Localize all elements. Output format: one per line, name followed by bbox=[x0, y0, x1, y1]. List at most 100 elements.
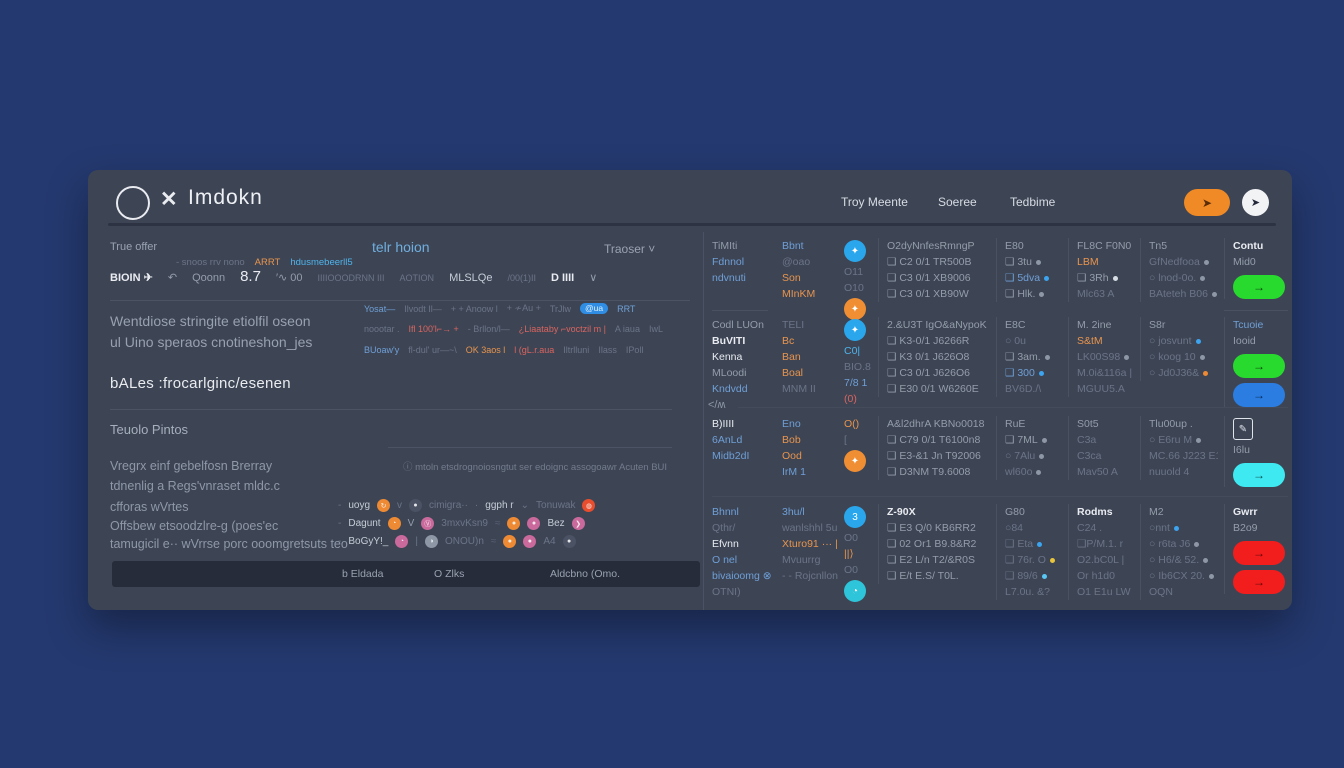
icon-row-dot-icon[interactable]: ● bbox=[523, 535, 536, 548]
close-x-icon[interactable]: ✕ bbox=[160, 187, 178, 212]
nav-item-2[interactable]: Soeree bbox=[938, 195, 977, 209]
left-blue-heading[interactable]: telr hoion bbox=[372, 239, 430, 255]
status-bar-item[interactable]: b Eldada bbox=[342, 568, 383, 580]
status-dot-icon bbox=[1037, 542, 1042, 547]
cell-text: ❑ 7ML bbox=[1005, 432, 1062, 448]
icon-row-dot-icon[interactable]: ● bbox=[563, 535, 576, 548]
icon-row-text: ⌄ bbox=[521, 500, 529, 511]
icon-row-dot-icon[interactable]: ◑ bbox=[425, 535, 438, 548]
icon-row-text: v bbox=[397, 500, 402, 511]
action-button[interactable]: → bbox=[1233, 354, 1285, 378]
action-button[interactable]: → bbox=[1233, 541, 1285, 565]
cell-text: BIO.8 bbox=[844, 359, 872, 375]
avatar-icon[interactable]: ✦ bbox=[844, 319, 866, 341]
cell-text: OQN bbox=[1149, 584, 1218, 600]
cell-text: MGUU5.A bbox=[1077, 381, 1134, 397]
action-button[interactable]: → bbox=[1233, 570, 1285, 594]
status-bar-item[interactable]: Aldcbno (Omo. bbox=[550, 568, 620, 580]
table-column: Tlu00up .○ E6ru MMC.66 J223 E1nuuold 4 bbox=[1140, 416, 1218, 480]
icon-row-text: - bbox=[338, 518, 341, 529]
action-button[interactable]: → bbox=[1233, 463, 1285, 487]
primary-action-button[interactable]: ➤ bbox=[1184, 189, 1230, 216]
cell-text: ❑ D3NM T9.6008 bbox=[887, 464, 990, 480]
mini-row-text: Yosat— bbox=[364, 304, 395, 314]
table-column: TiMItiFdnnolndvnuti bbox=[712, 238, 776, 286]
cell-text: ○ josvunt bbox=[1149, 333, 1218, 349]
link-text[interactable]: - snoos rrv nono bbox=[176, 257, 245, 268]
mini-row-text: fl-dul' ur—~\ bbox=[408, 345, 457, 355]
icon-row-dot-icon[interactable]: ↻ bbox=[377, 499, 390, 512]
cell-text: ❑ C2 0/1 TR500B bbox=[887, 254, 990, 270]
mini-row-text: - Brllon/l— bbox=[468, 324, 510, 334]
mini-row-text: l (gL.r.aua bbox=[514, 345, 554, 355]
mini-row-text: Ilvodt Il— bbox=[404, 304, 442, 314]
toolbar-item-text[interactable]: ′∿ 00 bbox=[276, 271, 303, 284]
icon-row-dot-icon[interactable]: ◔ bbox=[395, 535, 408, 548]
link-text[interactable]: ARRT bbox=[255, 257, 281, 268]
toolbar-item-text[interactable]: IIIIOOODRNN III bbox=[318, 273, 385, 283]
status-dot-icon bbox=[1039, 292, 1044, 297]
cell-text: C0| bbox=[844, 343, 872, 359]
nav-item-1[interactable]: Troy Meente bbox=[841, 195, 908, 209]
table-column: E80❑ 3tu❑ 5dva❑ Hlk. bbox=[996, 238, 1062, 302]
note-icon[interactable]: ✎ bbox=[1233, 418, 1253, 440]
avatar-icon[interactable]: ✦ bbox=[844, 450, 866, 472]
status-bar-item[interactable]: O Zlks bbox=[434, 568, 464, 580]
toolbar-item-text[interactable]: BIOIN ✈ bbox=[110, 271, 153, 284]
icon-row-dot-icon[interactable]: ◍ bbox=[582, 499, 595, 512]
avatar-icon[interactable]: ◔ bbox=[844, 580, 866, 602]
cell-header: O2dyNnfesRmngP bbox=[887, 238, 990, 254]
status-dot-icon bbox=[1194, 542, 1199, 547]
table-column: M2○nnt○ r6ta J6○ H6/& 52.○ Ib6CX 20.OQN bbox=[1140, 504, 1218, 600]
main-window: ✕ Imdokn Troy Meente Soeree Tedbime ➤ ➤ … bbox=[88, 170, 1292, 610]
icon-row-dot-icon[interactable]: ❯ bbox=[572, 517, 585, 530]
icon-row-text: ggph r bbox=[485, 500, 513, 511]
icon-row-text: BoGyY!_ bbox=[348, 536, 388, 547]
cell-text: ○ r6ta J6 bbox=[1149, 536, 1218, 552]
cell-text: ❑ E3 Q/0 KB6RR2 bbox=[887, 520, 990, 536]
mini-row-text: IPoll bbox=[626, 345, 644, 355]
mini-row-badge[interactable]: @ua bbox=[580, 303, 608, 314]
cell-text: Midb2dI bbox=[712, 448, 776, 464]
toolbar-item-text[interactable]: D IIII bbox=[551, 272, 574, 284]
cell-text: BAteteh B06 bbox=[1149, 286, 1218, 302]
toolbar-item-text[interactable]: AOTION bbox=[400, 273, 435, 283]
status-dot-icon bbox=[1200, 355, 1205, 360]
body-line: tdnenlig a Regs'vnraset mldc.c bbox=[110, 479, 280, 493]
toolbar-item-text[interactable]: MLSLQe bbox=[449, 272, 492, 284]
cell-text: Kenna bbox=[712, 349, 776, 365]
avatar-icon[interactable]: 3 bbox=[844, 506, 866, 528]
cell-text: Bbnt bbox=[782, 238, 838, 254]
cell-text: wl60o bbox=[1005, 464, 1062, 480]
toolbar-item-text[interactable]: ∨ bbox=[589, 271, 597, 284]
cell-header: E8C bbox=[1005, 317, 1062, 333]
icon-row: -BoGyY!_◔|◑ONOU)n≈●●A4● bbox=[338, 535, 702, 548]
icon-row-dot-icon[interactable]: ● bbox=[503, 535, 516, 548]
bottom-status-bar: b Eldada O Zlks Aldcbno (Omo. bbox=[112, 561, 700, 587]
table-column: O()[✦ bbox=[844, 416, 872, 474]
cell-text: Bob bbox=[782, 432, 838, 448]
toolbar-item-text[interactable]: 8.7 bbox=[240, 268, 261, 285]
toolbar-item-text[interactable]: Qoonn bbox=[192, 272, 225, 284]
icon-row-dot-icon[interactable]: Ⓥ bbox=[421, 517, 434, 530]
cell-text: ||⟩ bbox=[844, 546, 872, 562]
cell-text: ❑ 5dva bbox=[1005, 270, 1062, 286]
icon-row-dot-icon[interactable]: ◔ bbox=[388, 517, 401, 530]
links-row: - snoos rrv nono ARRT hdusmebeerll5 bbox=[176, 257, 353, 268]
cell-text: ❑ 3am. bbox=[1005, 349, 1062, 365]
secondary-action-button[interactable]: ➤ bbox=[1242, 189, 1269, 216]
icon-row-dot-icon[interactable]: ● bbox=[409, 499, 422, 512]
logo-circle-icon bbox=[116, 186, 150, 220]
action-button[interactable]: → bbox=[1233, 275, 1285, 299]
icon-row-dot-icon[interactable]: ● bbox=[527, 517, 540, 530]
avatar-icon[interactable]: ✦ bbox=[844, 240, 866, 262]
link-text[interactable]: hdusmebeerll5 bbox=[290, 257, 352, 268]
status-dot-icon bbox=[1209, 574, 1214, 579]
sort-dropdown[interactable]: Traoser ˅ bbox=[604, 242, 655, 256]
action-button[interactable]: → bbox=[1233, 383, 1285, 407]
toolbar-item-text[interactable]: /00(1)II bbox=[507, 273, 536, 283]
toolbar-item-text[interactable]: ↶ bbox=[168, 271, 177, 284]
nav-item-3[interactable]: Tedbime bbox=[1010, 195, 1055, 209]
table-column: Codl LUOnBuVITIKennaMLoodiKndvdd bbox=[712, 317, 776, 397]
icon-row-dot-icon[interactable]: ● bbox=[507, 517, 520, 530]
